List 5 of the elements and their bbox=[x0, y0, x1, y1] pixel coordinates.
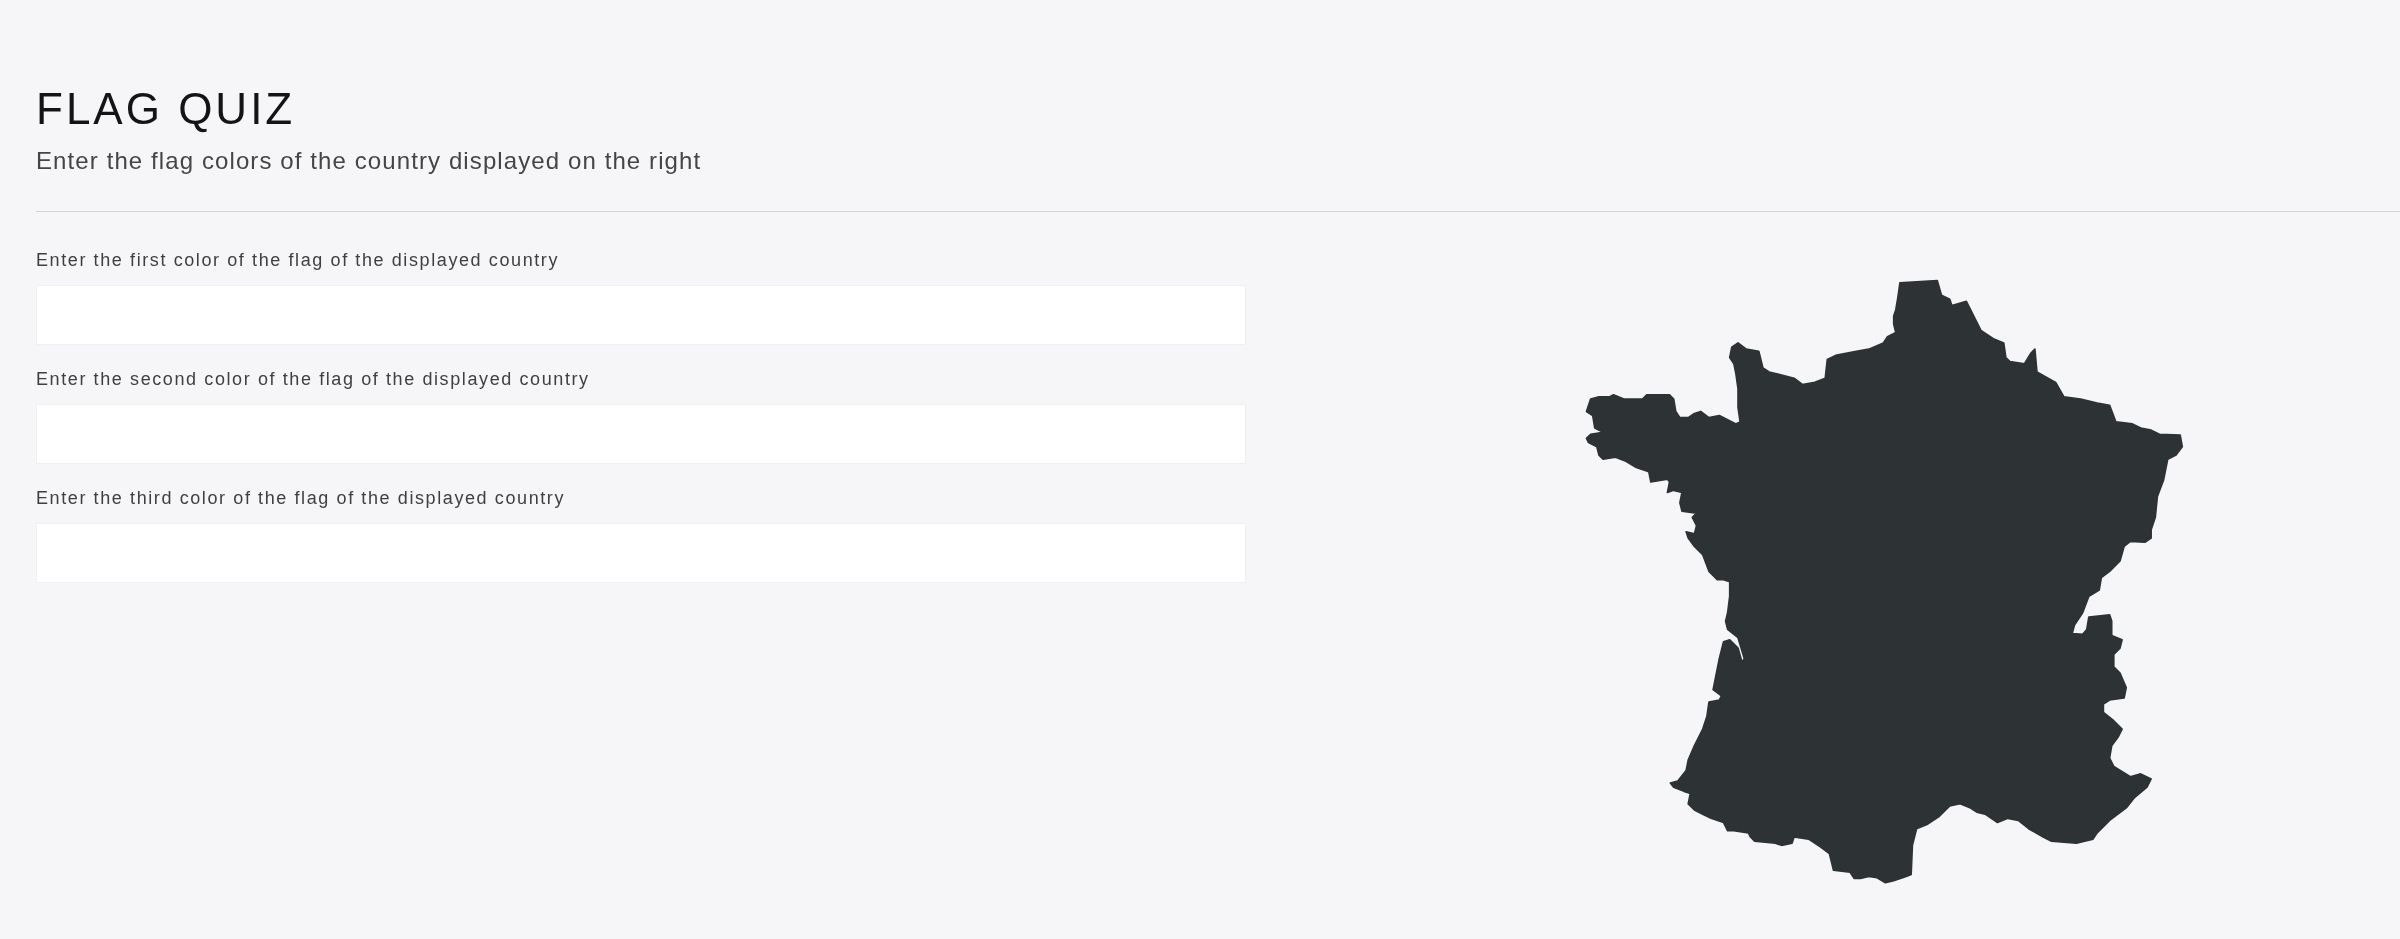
field-label: Enter the first color of the flag of the displayed country bbox=[36, 249, 560, 271]
field-label: Enter the third color of the flag of the displayed country bbox=[36, 487, 566, 509]
quiz-title: FLAG QUIZ bbox=[36, 83, 296, 135]
field-label: Enter the second color of the flag of the displayed country bbox=[36, 368, 590, 390]
quiz-subtitle: Enter the flag colors of the country displayed on the right bbox=[36, 146, 702, 176]
